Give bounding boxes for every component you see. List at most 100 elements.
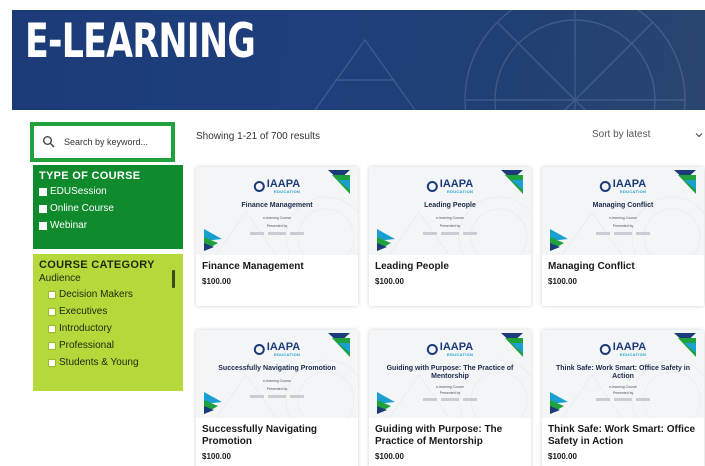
course-title-link[interactable]: Finance Management <box>196 255 358 273</box>
filter-option-professional[interactable]: Professional <box>39 337 177 354</box>
course-card[interactable]: IAAPA EDUCATION Think Safe: Work Smart: … <box>542 330 704 466</box>
chevron-triangles-icon <box>204 392 222 414</box>
chevron-triangles-icon <box>550 229 568 251</box>
logo-text: IAAPA <box>266 178 301 190</box>
search-icon <box>43 136 55 148</box>
course-thumbnail[interactable]: IAAPA EDUCATION Managing Conflict e-lear… <box>542 167 704 255</box>
sponsor-logos <box>596 232 650 235</box>
course-price: $100.00 <box>375 277 404 286</box>
sponsor-logos <box>423 398 477 401</box>
course-title-link[interactable]: Managing Conflict <box>542 255 704 273</box>
thumbnail-title: Finance Management <box>241 202 313 209</box>
logo-text: IAAPA <box>439 178 474 190</box>
category-group-label: Audience <box>39 273 81 284</box>
filter-option-introductory[interactable]: Introductory <box>39 320 177 337</box>
page-title: E-LEARNING <box>25 14 256 69</box>
course-price: $100.00 <box>375 452 404 461</box>
filter-option-edusession[interactable]: EDUSession <box>39 183 177 200</box>
filter-option-students-young[interactable]: Students & Young <box>39 354 177 371</box>
thumbnail-title: Guiding with Purpose: The Practice of Me… <box>386 365 514 380</box>
brand-logo: IAAPA EDUCATION <box>253 178 301 194</box>
course-card[interactable]: IAAPA EDUCATION Guiding with Purpose: Th… <box>369 330 531 466</box>
thumbnail-presented-by: Presented by <box>266 387 288 391</box>
course-card[interactable]: IAAPA EDUCATION Leading People e-learnin… <box>369 167 531 306</box>
filter-option-label: Professional <box>59 340 115 351</box>
checkbox[interactable] <box>48 358 56 367</box>
brand-logo: IAAPA EDUCATION <box>599 341 647 357</box>
course-price: $100.00 <box>202 277 231 286</box>
chevron-triangles-icon <box>328 170 350 194</box>
filter-option-label: Online Course <box>50 203 114 214</box>
thumbnail-caption: e-learning Course <box>609 216 637 220</box>
filter-option-executives[interactable]: Executives <box>39 303 177 320</box>
search-input[interactable] <box>64 137 164 147</box>
checkbox[interactable] <box>48 324 56 333</box>
sort-label: Sort by latest <box>592 129 651 140</box>
sponsor-logos <box>250 232 304 235</box>
course-card[interactable]: IAAPA EDUCATION Successfully Navigating … <box>196 330 358 466</box>
filter-option-webinar[interactable]: Webinar <box>39 217 177 234</box>
course-title-link[interactable]: Guiding with Purpose: The Practice of Me… <box>369 418 531 448</box>
thumbnail-caption: e-learning Course <box>263 379 291 383</box>
course-title-link[interactable]: Think Safe: Work Smart: Office Safety in… <box>542 418 704 448</box>
checkbox[interactable] <box>39 221 47 230</box>
chevron-triangles-icon <box>377 229 395 251</box>
thumbnail-caption: e-learning Course <box>263 216 291 220</box>
checkbox[interactable] <box>39 204 47 213</box>
filter-option-label: Executives <box>59 306 108 317</box>
brand-logo: IAAPA EDUCATION <box>426 178 474 194</box>
filter-option-label: Webinar <box>50 220 88 231</box>
course-title-link[interactable]: Leading People <box>369 255 531 273</box>
logo-text: IAAPA <box>612 341 647 353</box>
sponsor-logos <box>423 232 477 235</box>
chevron-triangles-icon <box>328 333 350 357</box>
checkbox[interactable] <box>48 307 56 316</box>
globe-icon <box>253 344 265 355</box>
checkbox[interactable] <box>48 290 56 299</box>
course-thumbnail[interactable]: IAAPA EDUCATION Guiding with Purpose: Th… <box>369 330 531 418</box>
sponsor-logos <box>596 398 650 401</box>
course-title-link[interactable]: Successfully Navigating Promotion <box>196 418 358 448</box>
chevron-triangles-icon <box>204 229 222 251</box>
course-price: $100.00 <box>548 452 577 461</box>
thumbnail-title: Successfully Navigating Promotion <box>218 365 336 372</box>
course-thumbnail[interactable]: IAAPA EDUCATION Successfully Navigating … <box>196 330 358 418</box>
category-scrollbar[interactable] <box>172 270 175 288</box>
logo-text: IAAPA <box>266 341 301 353</box>
type-of-course-filter: TYPE OF COURSE EDUSession Online Course … <box>33 165 183 249</box>
course-card[interactable]: IAAPA EDUCATION Finance Management e-lea… <box>196 167 358 306</box>
filter-option-label: Decision Makers <box>59 289 133 300</box>
checkbox[interactable] <box>48 341 56 350</box>
thumbnail-title: Managing Conflict <box>592 202 654 209</box>
chevron-triangles-icon <box>550 392 568 414</box>
type-filter-heading: TYPE OF COURSE <box>39 170 141 182</box>
logo-text: IAAPA <box>612 178 647 190</box>
chevron-triangles-icon <box>377 392 395 414</box>
globe-icon <box>426 344 438 355</box>
globe-icon <box>599 181 611 192</box>
brand-logo: IAAPA EDUCATION <box>253 341 301 357</box>
hero-banner: E-LEARNING <box>12 10 705 110</box>
sort-dropdown[interactable]: Sort by latest <box>592 129 704 140</box>
course-category-filter: COURSE CATEGORY Audience Decision Makers… <box>33 254 183 391</box>
checkbox[interactable] <box>39 187 47 196</box>
brand-logo: IAAPA EDUCATION <box>426 341 474 357</box>
filter-option-label: EDUSession <box>50 186 107 197</box>
brand-logo: IAAPA EDUCATION <box>599 178 647 194</box>
results-count: Showing 1-21 of 700 results <box>196 131 320 142</box>
logo-text: IAAPA <box>439 341 474 353</box>
course-card[interactable]: IAAPA EDUCATION Managing Conflict e-lear… <box>542 167 704 306</box>
globe-icon <box>599 344 611 355</box>
thumbnail-title: Think Safe: Work Smart: Office Safety in… <box>555 365 691 380</box>
filter-option-decision-makers[interactable]: Decision Makers <box>39 286 177 303</box>
course-thumbnail[interactable]: IAAPA EDUCATION Leading People e-learnin… <box>369 167 531 255</box>
course-thumbnail[interactable]: IAAPA EDUCATION Think Safe: Work Smart: … <box>542 330 704 418</box>
search-box[interactable] <box>30 122 175 162</box>
course-thumbnail[interactable]: IAAPA EDUCATION Finance Management e-lea… <box>196 167 358 255</box>
chevron-triangles-icon <box>501 333 523 357</box>
filter-option-online-course[interactable]: Online Course <box>39 200 177 217</box>
chevron-triangles-icon <box>674 333 696 357</box>
filter-option-label: Introductory <box>59 323 112 334</box>
globe-icon <box>253 181 265 192</box>
chevron-triangles-icon <box>674 170 696 194</box>
